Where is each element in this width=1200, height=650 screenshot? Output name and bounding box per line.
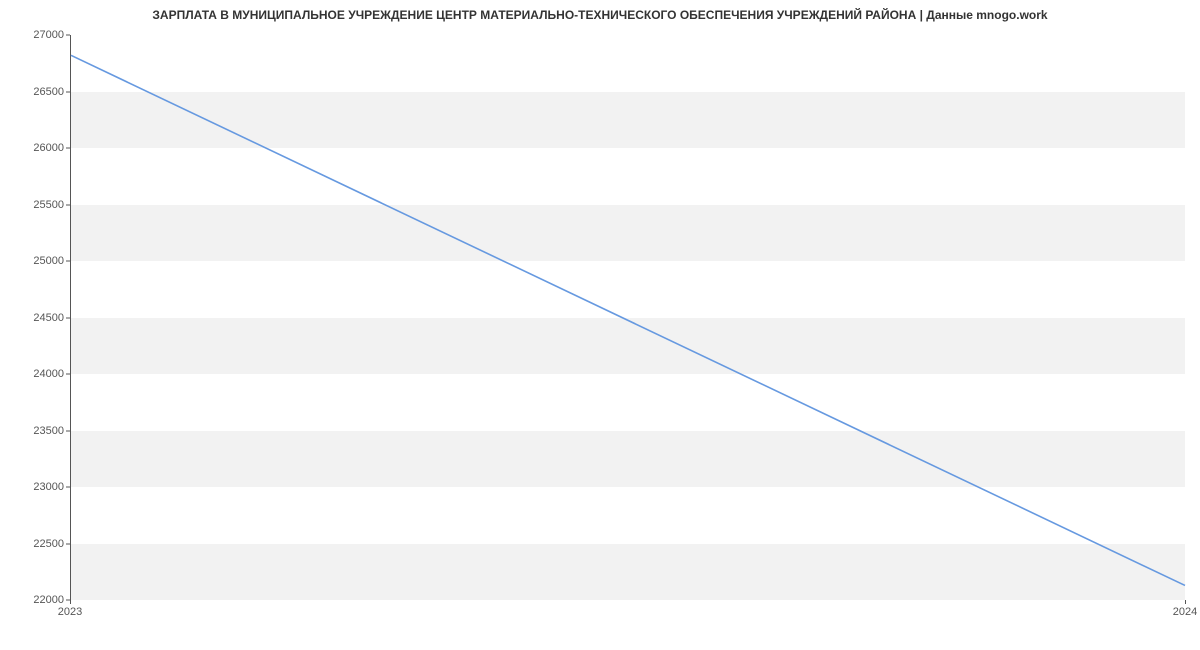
data-line	[71, 55, 1185, 585]
y-tick-mark	[66, 543, 70, 544]
x-tick-mark	[1185, 600, 1186, 604]
y-tick-label: 25000	[4, 255, 64, 267]
x-tick-mark	[70, 600, 71, 604]
y-tick-mark	[66, 204, 70, 205]
y-tick-mark	[66, 35, 70, 36]
y-tick-label: 26500	[4, 86, 64, 98]
y-tick-mark	[66, 148, 70, 149]
y-tick-label: 22500	[4, 538, 64, 550]
y-tick-label: 23000	[4, 481, 64, 493]
y-tick-mark	[66, 430, 70, 431]
plot-area	[70, 35, 1185, 600]
y-tick-label: 24000	[4, 368, 64, 380]
y-tick-label: 25500	[4, 199, 64, 211]
y-tick-label: 22000	[4, 594, 64, 606]
y-tick-label: 24500	[4, 312, 64, 324]
line-layer	[71, 35, 1185, 599]
y-tick-label: 23500	[4, 425, 64, 437]
y-tick-mark	[66, 374, 70, 375]
x-tick-label: 2023	[58, 606, 82, 618]
y-tick-mark	[66, 91, 70, 92]
y-tick-mark	[66, 487, 70, 488]
y-tick-mark	[66, 317, 70, 318]
chart-title: ЗАРПЛАТА В МУНИЦИПАЛЬНОЕ УЧРЕЖДЕНИЕ ЦЕНТ…	[0, 8, 1200, 22]
y-tick-label: 27000	[4, 29, 64, 41]
y-tick-label: 26000	[4, 142, 64, 154]
x-tick-label: 2024	[1173, 606, 1197, 618]
y-tick-mark	[66, 261, 70, 262]
